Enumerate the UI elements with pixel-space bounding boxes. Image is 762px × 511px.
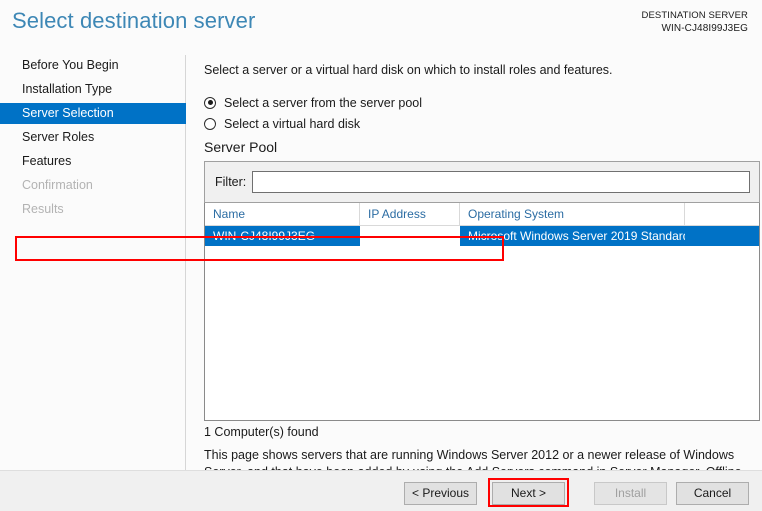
wizard-content-pane: Select a server or a virtual hard disk o… — [186, 55, 762, 496]
cell-operating-system: Microsoft Windows Server 2019 Standard — [468, 229, 685, 243]
column-header-ip-address[interactable]: IP Address — [360, 203, 460, 225]
sidebar-item-before-you-begin[interactable]: Before You Begin — [0, 55, 185, 76]
server-list-panel: Name IP Address Operating System WIN-CJ4… — [204, 203, 760, 421]
column-header-filler — [685, 203, 759, 225]
install-button: Install — [594, 482, 667, 505]
filter-label: Filter: — [215, 175, 247, 189]
radio-select-virtual-hard-disk[interactable]: Select a virtual hard disk — [204, 114, 422, 133]
radio-label-virtual-hard-disk: Select a virtual hard disk — [224, 116, 361, 131]
sidebar-item-features[interactable]: Features — [0, 151, 185, 172]
cell-ip-address — [360, 226, 460, 246]
radio-select-server-from-pool[interactable]: Select a server from the server pool — [204, 93, 422, 112]
server-list-header: Name IP Address Operating System — [205, 203, 759, 226]
filter-input[interactable] — [252, 171, 750, 193]
column-header-name[interactable]: Name — [205, 203, 360, 225]
sidebar-item-installation-type[interactable]: Installation Type — [0, 79, 185, 100]
destination-server-label: DESTINATION SERVER — [641, 10, 748, 21]
radio-label-server-pool: Select a server from the server pool — [224, 95, 422, 110]
previous-button[interactable]: < Previous — [404, 482, 477, 505]
cell-filler — [685, 226, 759, 246]
cell-server-name: WIN-CJ48I99J3EG — [213, 229, 316, 243]
server-source-radio-group: Select a server from the server pool Sel… — [204, 93, 422, 135]
instruction-text: Select a server or a virtual hard disk o… — [204, 63, 613, 77]
destination-server-info: DESTINATION SERVER WIN-CJ48I99J3EG — [642, 9, 749, 35]
wizard-footer: < Previous Next > Install Cancel — [0, 470, 762, 511]
radio-button-icon-selected — [204, 96, 216, 109]
server-list-body: WIN-CJ48I99J3EG Microsoft Windows Server… — [205, 226, 759, 420]
wizard-navigation-sidebar: Before You Begin Installation Type Serve… — [0, 55, 186, 470]
next-button[interactable]: Next > — [492, 482, 565, 505]
sidebar-item-confirmation: Confirmation — [22, 178, 93, 192]
table-row[interactable]: WIN-CJ48I99J3EG Microsoft Windows Server… — [205, 226, 759, 246]
server-pool-heading: Server Pool — [204, 139, 278, 155]
radio-button-icon-unselected — [204, 117, 216, 130]
wizard-header: Select destination server DESTINATION SE… — [0, 0, 762, 50]
page-title: Select destination server — [12, 8, 256, 33]
filter-panel: Filter: — [204, 161, 760, 203]
sidebar-item-results: Results — [22, 202, 64, 216]
computers-found-status: 1 Computer(s) found — [204, 425, 319, 439]
sidebar-item-server-roles[interactable]: Server Roles — [0, 127, 185, 148]
destination-server-name: WIN-CJ48I99J3EG — [661, 23, 748, 34]
cancel-button[interactable]: Cancel — [676, 482, 749, 505]
sidebar-item-server-selection[interactable]: Server Selection — [0, 103, 186, 124]
column-header-operating-system[interactable]: Operating System — [460, 203, 685, 225]
